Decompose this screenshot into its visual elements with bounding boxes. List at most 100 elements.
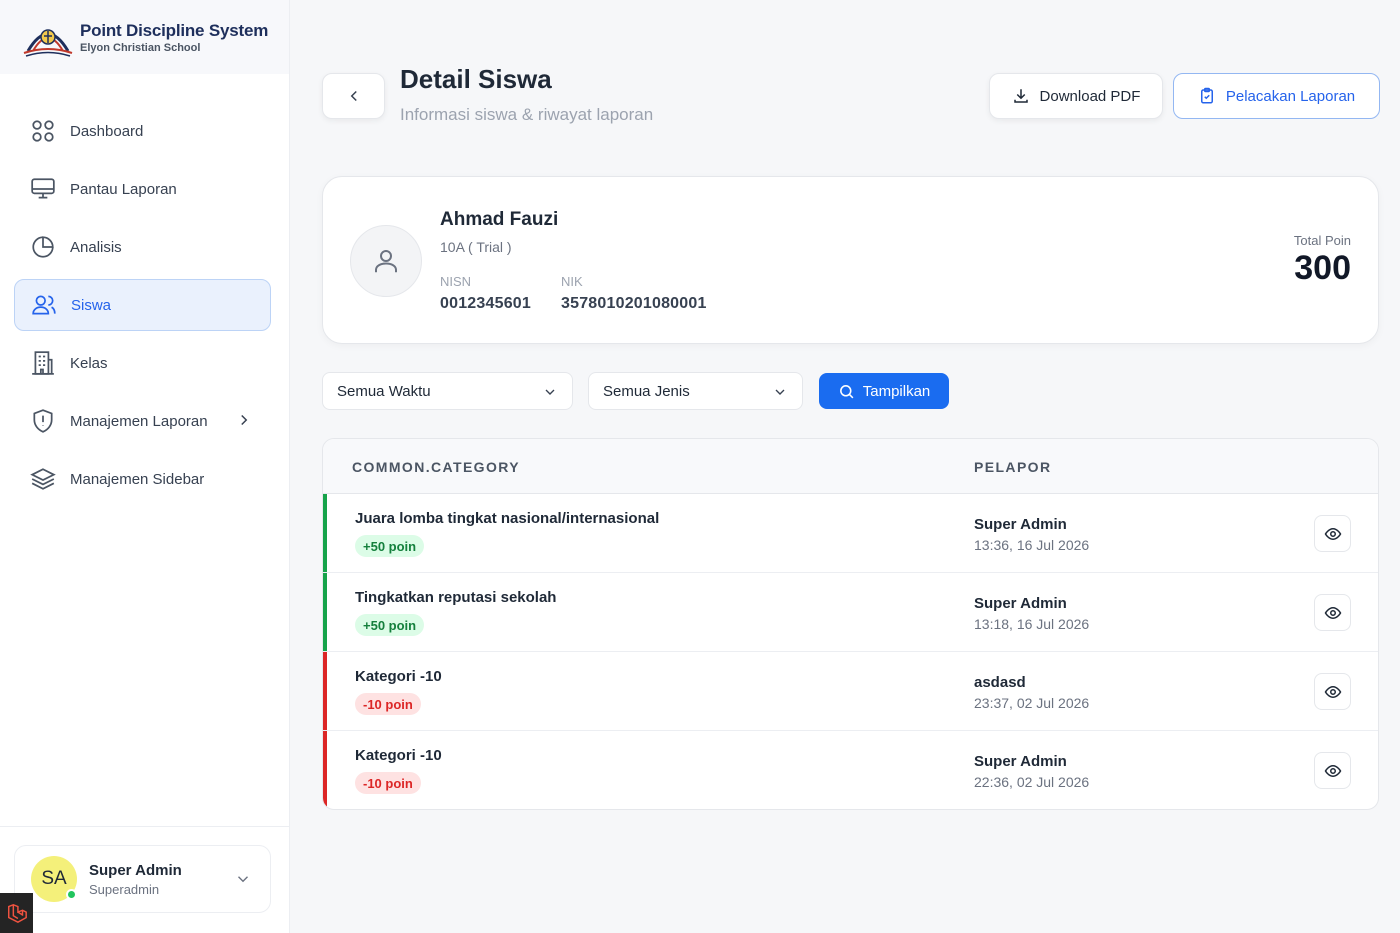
sidebar-item-label: Manajemen Laporan [70, 412, 208, 430]
row-timestamp: 13:36, 16 Jul 2026 [974, 537, 1090, 553]
nisn-value: 0012345601 [440, 295, 531, 312]
row-reporter: Super Admin [974, 516, 1067, 533]
row-reporter: asdasd [974, 674, 1026, 691]
points-badge: +50 poin [355, 614, 425, 636]
view-detail-button[interactable] [1314, 515, 1351, 552]
brand-title: Point Discipline System [80, 20, 269, 40]
row-status-bar [323, 494, 327, 572]
column-header-category: COMMON.CATEGORY [352, 459, 520, 475]
monitor-icon [31, 178, 55, 199]
shield-alert-icon [33, 409, 53, 433]
user-name: Super Admin [89, 861, 182, 879]
total-points-label: Total Poin [1293, 233, 1351, 248]
sidebar-item-analisis[interactable]: Analisis [14, 221, 271, 273]
back-button[interactable] [322, 73, 385, 119]
download-pdf-label: Download PDF [1039, 87, 1141, 105]
laravel-logo-icon [7, 903, 27, 923]
show-button[interactable]: Tampilkan [819, 373, 949, 409]
nik-value: 3578010201080001 [561, 295, 707, 312]
row-reporter: Super Admin [974, 595, 1067, 612]
user-area: SA Super Admin Superadmin [0, 826, 290, 933]
row-category: Tingkatkan reputasi sekolah [355, 589, 557, 606]
row-timestamp: 22:36, 02 Jul 2026 [974, 774, 1090, 790]
eye-icon [1324, 764, 1341, 777]
sidebar-item-pantau-laporan[interactable]: Pantau Laporan [14, 163, 271, 215]
table-header: COMMON.CATEGORY PELAPOR [323, 439, 1378, 494]
user-role: Superadmin [89, 881, 160, 897]
row-status-bar [323, 573, 327, 651]
sidebar-item-label: Kelas [70, 354, 108, 372]
points-badge: -10 poin [355, 772, 421, 794]
eye-icon [1324, 685, 1341, 698]
student-avatar [350, 225, 422, 297]
view-detail-button[interactable] [1314, 594, 1351, 631]
student-info-card: Ahmad Fauzi 10A ( Trial ) NISN 001234560… [322, 176, 1379, 344]
row-category: Juara lomba tingkat nasional/internasion… [355, 510, 660, 527]
student-class: 10A ( Trial ) [440, 239, 512, 255]
debug-toolbar-button[interactable] [0, 893, 33, 933]
search-icon [839, 384, 854, 398]
row-status-bar [323, 652, 327, 730]
user-menu[interactable]: SA Super Admin Superadmin [14, 845, 271, 913]
page-subtitle: Informasi siswa & riwayat laporan [400, 105, 654, 124]
sidebar-item-dashboard[interactable]: Dashboard [14, 105, 271, 157]
pie-chart-icon [32, 236, 54, 258]
type-filter-value: Semua Jenis [603, 382, 690, 400]
table-row: Kategori -10 -10 poin Super Admin 22:36,… [323, 731, 1378, 809]
sidebar-item-label: Dashboard [70, 122, 144, 140]
users-icon [32, 295, 56, 315]
view-detail-button[interactable] [1314, 752, 1351, 789]
column-header-reporter: PELAPOR [974, 459, 1052, 475]
row-timestamp: 23:37, 02 Jul 2026 [974, 695, 1090, 711]
sidebar-item-label: Pantau Laporan [70, 180, 177, 198]
school-logo-icon [23, 29, 73, 57]
eye-icon [1324, 527, 1341, 540]
brand-subtitle: Elyon Christian School [80, 41, 201, 54]
table-row: Tingkatkan reputasi sekolah +50 poin Sup… [323, 573, 1378, 652]
chevron-down-icon [775, 389, 785, 395]
clipboard-check-icon [1200, 87, 1213, 104]
sidebar-item-label: Manajemen Sidebar [70, 470, 205, 488]
layers-icon [30, 468, 56, 490]
sidebar-item-manajemen-laporan[interactable]: Manajemen Laporan [14, 395, 271, 447]
brand[interactable]: Point Discipline System Elyon Christian … [0, 0, 289, 74]
building-icon [32, 351, 54, 375]
row-status-bar [323, 731, 327, 809]
time-filter-select[interactable]: Semua Waktu [322, 372, 573, 410]
points-badge: +50 poin [355, 535, 425, 557]
download-icon [1013, 89, 1028, 103]
user-icon [375, 250, 397, 273]
sidebar: Point Discipline System Elyon Christian … [0, 0, 290, 933]
show-button-label: Tampilkan [862, 382, 931, 400]
sidebar-item-label: Analisis [70, 238, 122, 256]
view-detail-button[interactable] [1314, 673, 1351, 710]
sidebar-item-kelas[interactable]: Kelas [14, 337, 271, 389]
chevron-right-icon [241, 414, 248, 426]
time-filter-value: Semua Waktu [337, 382, 431, 400]
online-status-dot [66, 889, 77, 900]
nik-label: NIK [561, 274, 583, 289]
track-report-label: Pelacakan Laporan [1225, 87, 1356, 105]
row-reporter: Super Admin [974, 753, 1067, 770]
row-category: Kategori -10 [355, 668, 442, 685]
avatar-initials: SA [41, 868, 67, 889]
table-row: Kategori -10 -10 poin asdasd 23:37, 02 J… [323, 652, 1378, 731]
row-category: Kategori -10 [355, 747, 442, 764]
type-filter-select[interactable]: Semua Jenis [588, 372, 803, 410]
sidebar-item-siswa[interactable]: Siswa [14, 279, 271, 331]
avatar: SA [31, 856, 77, 902]
page-title: Detail Siswa [400, 64, 552, 94]
eye-icon [1324, 606, 1341, 619]
chevron-down-icon [238, 876, 248, 883]
report-table: COMMON.CATEGORY PELAPOR Juara lomba ting… [322, 438, 1379, 810]
sidebar-item-label: Siswa [71, 296, 112, 314]
track-report-button[interactable]: Pelacakan Laporan [1173, 73, 1380, 119]
chevron-left-icon [350, 90, 357, 102]
total-points-value: 300 [1294, 249, 1351, 287]
dashboard-icon [32, 120, 54, 142]
points-badge: -10 poin [355, 693, 421, 715]
nisn-label: NISN [440, 274, 472, 289]
sidebar-item-manajemen-sidebar[interactable]: Manajemen Sidebar [14, 453, 271, 505]
download-pdf-button[interactable]: Download PDF [989, 73, 1163, 119]
sidebar-nav: Dashboard Pantau Laporan Analisis Siswa … [14, 105, 271, 511]
